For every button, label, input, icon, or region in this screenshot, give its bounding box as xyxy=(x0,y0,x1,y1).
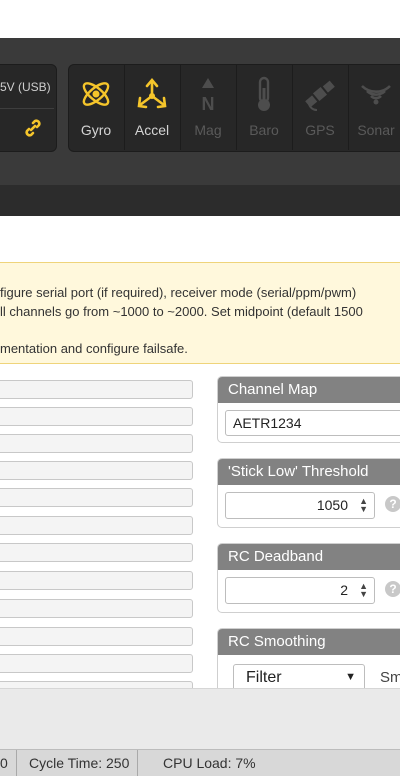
rc-smoothing-label: Sm xyxy=(380,669,400,686)
sensor-label-baro: Baro xyxy=(249,122,279,138)
sensor-label-accel: Accel xyxy=(134,122,170,138)
channel-bar xyxy=(0,488,193,507)
notice-line-2: ll channels go from ~1000 to ~2000. Set … xyxy=(0,304,363,319)
bottom-toolbar xyxy=(0,688,400,749)
channel-bar xyxy=(0,543,193,562)
accel-icon xyxy=(135,76,169,112)
status-cycle-time: Cycle Time: 250 xyxy=(21,750,139,776)
sensor-baro: Baro xyxy=(236,64,293,150)
sensor-label-sonar: Sonar xyxy=(357,122,395,138)
stick-low-value: 1050 xyxy=(316,497,348,513)
channel-bar xyxy=(0,380,193,399)
sensor-mag: N Mag xyxy=(180,64,237,150)
connection-divider xyxy=(0,108,54,109)
sensor-label-gps: GPS xyxy=(305,122,335,138)
help-icon[interactable]: ? xyxy=(385,581,400,597)
rc-smoothing-type-select[interactable]: Filter ▼ xyxy=(233,664,365,691)
channel-map-title: Channel Map xyxy=(218,377,400,403)
top-blank-area xyxy=(0,0,400,38)
gyro-icon xyxy=(79,76,113,112)
stick-low-input[interactable]: 1050 ▲ ▼ xyxy=(225,492,375,519)
channel-bar xyxy=(0,461,193,480)
channel-bar xyxy=(0,627,193,646)
channel-bar xyxy=(0,599,193,618)
channel-bar xyxy=(0,407,193,426)
baro-icon xyxy=(247,76,281,112)
rc-deadband-input[interactable]: 2 ▲ ▼ xyxy=(225,577,375,604)
sensor-label-mag: Mag xyxy=(194,122,222,138)
sensor-sonar: Sonar xyxy=(348,64,400,150)
notice-line-1: figure serial port (if required), receiv… xyxy=(0,285,357,300)
chevron-down-icon: ▼ xyxy=(345,671,356,683)
sensor-gyro: Gyro xyxy=(68,64,125,150)
voltage-label: 5V (USB) xyxy=(0,80,51,94)
rc-smoothing-title: RC Smoothing xyxy=(218,629,400,655)
sensor-accel: Accel xyxy=(124,64,181,150)
receiver-notice: figure serial port (if required), receiv… xyxy=(0,262,400,364)
channel-bar xyxy=(0,516,193,535)
rc-deadband-panel: RC Deadband 2 ▲ ▼ ? xyxy=(217,543,400,613)
spinner-arrows-icon[interactable]: ▲ ▼ xyxy=(359,582,368,599)
channel-bar xyxy=(0,434,193,453)
rc-deadband-value: 2 xyxy=(340,582,348,598)
spinner-arrows-icon[interactable]: ▲ ▼ xyxy=(359,497,368,514)
channel-bar xyxy=(0,571,193,590)
status-bar: 0 Cycle Time: 250 CPU Load: 7% xyxy=(0,749,400,776)
mag-icon: N xyxy=(191,76,225,114)
stick-low-title: 'Stick Low' Threshold xyxy=(218,459,400,485)
sensor-label-gyro: Gyro xyxy=(80,122,112,138)
header-bottom-strip xyxy=(0,185,400,216)
rc-deadband-title: RC Deadband xyxy=(218,544,400,570)
link-icon[interactable] xyxy=(22,117,44,139)
channel-map-panel: Channel Map AETR1234 xyxy=(217,376,400,443)
stick-low-panel: 'Stick Low' Threshold 1050 ▲ ▼ ? xyxy=(217,458,400,528)
rc-smoothing-type-value: Filter xyxy=(246,669,282,686)
notice-line-3: mentation and configure failsafe. xyxy=(0,341,188,356)
channel-map-input[interactable]: AETR1234 xyxy=(225,410,400,436)
gps-icon xyxy=(303,76,337,112)
sensor-gps: GPS xyxy=(292,64,349,150)
channel-bar xyxy=(0,654,193,673)
sonar-icon xyxy=(359,76,393,112)
status-cpu-load: CPU Load: 7% xyxy=(163,755,256,771)
status-partial: 0 xyxy=(0,750,17,776)
help-icon[interactable]: ? xyxy=(385,496,400,512)
svg-text:N: N xyxy=(202,94,215,112)
